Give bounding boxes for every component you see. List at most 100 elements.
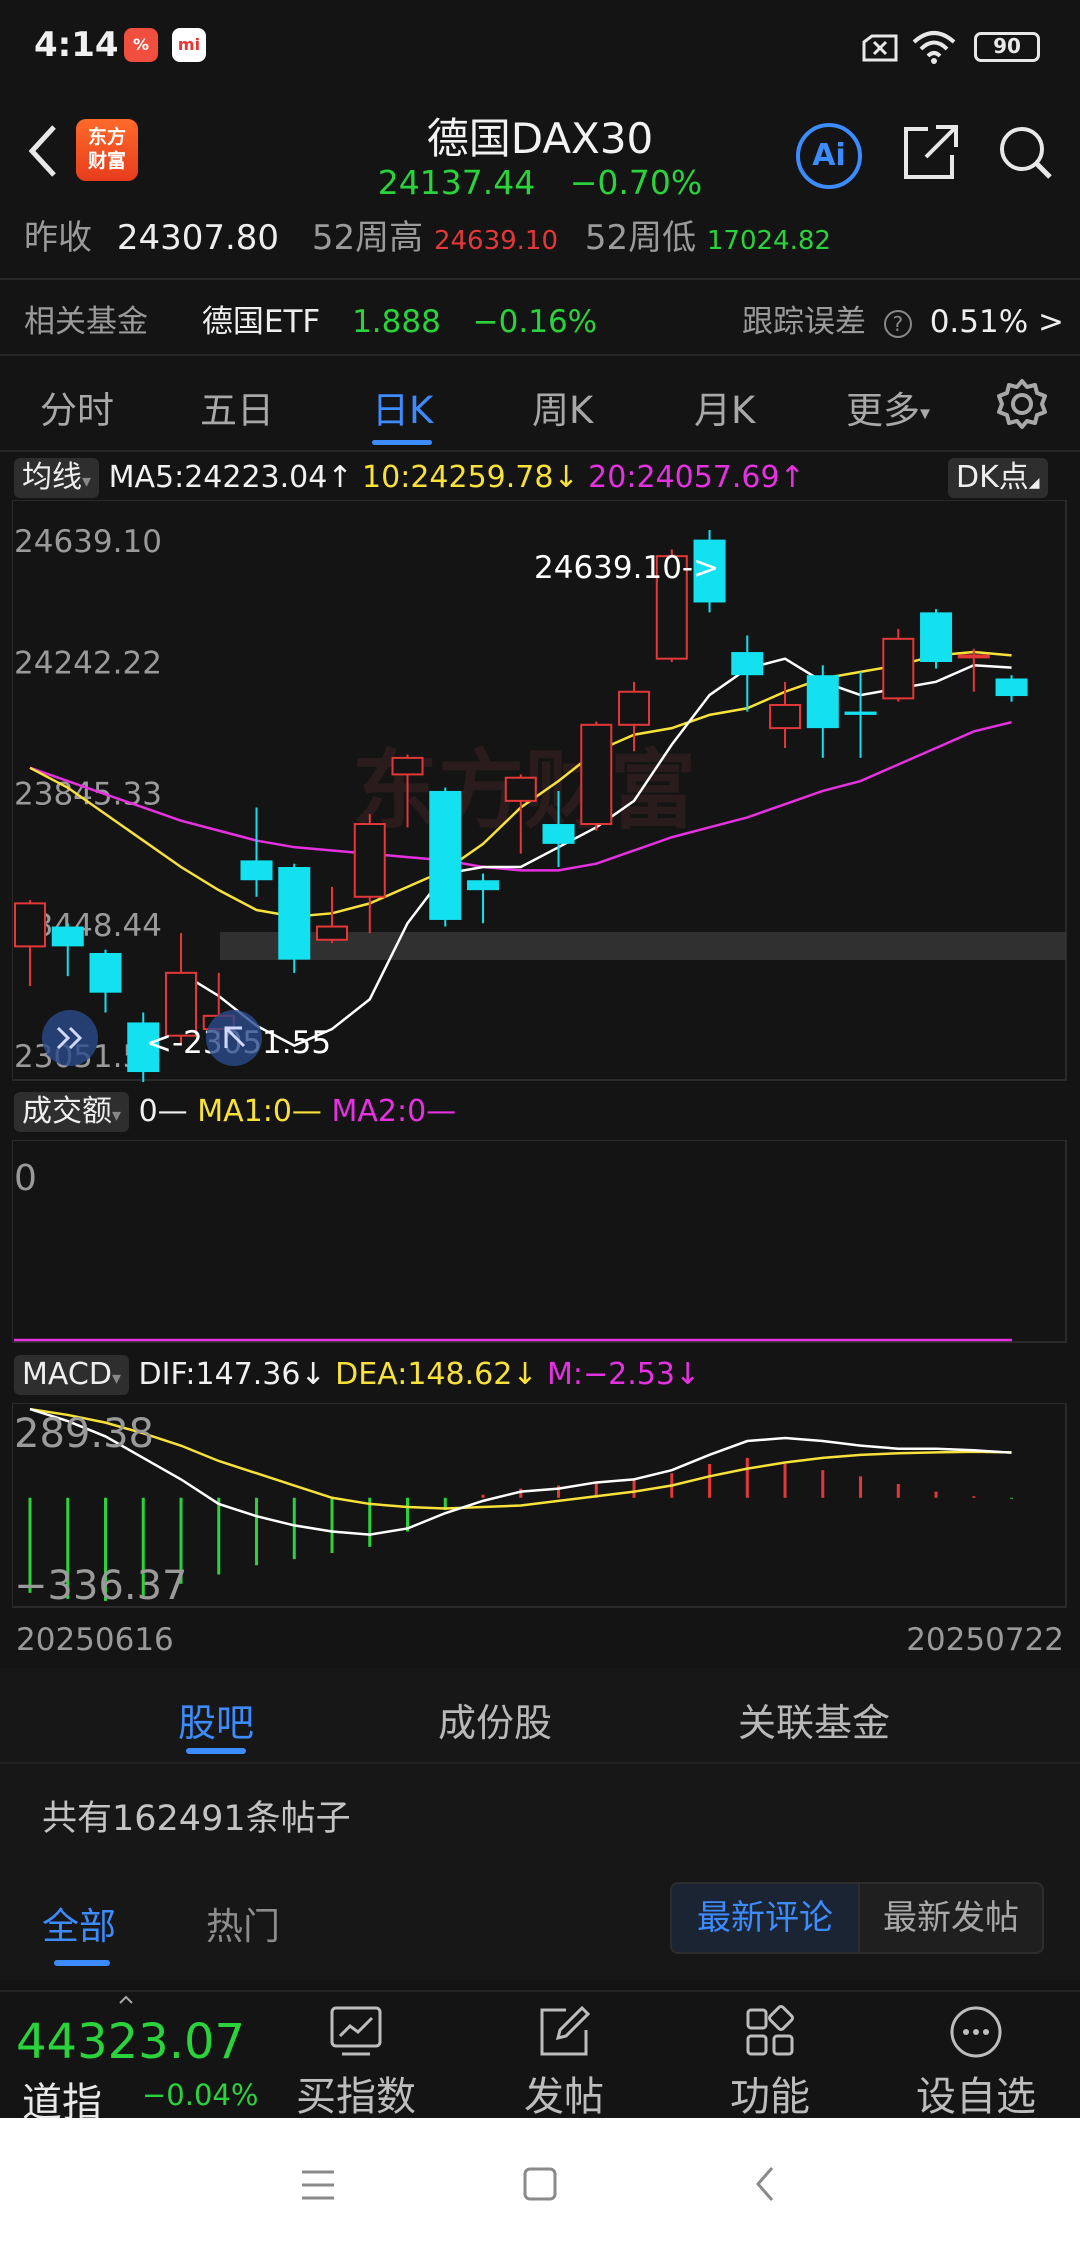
tab-daily-k[interactable]: 日K	[372, 380, 433, 434]
candle-body	[391, 756, 424, 776]
macd-selector[interactable]: MACD▾	[14, 1355, 129, 1395]
active-tab-indicator	[372, 440, 432, 445]
grid-apps-icon	[746, 2005, 794, 2056]
sim-x-icon	[862, 34, 898, 62]
tab-guba[interactable]: 股吧	[178, 1692, 254, 1747]
tracking-error[interactable]: 跟踪误差 ? 0.51% >	[742, 296, 1064, 341]
y-axis-label: 24639.10	[14, 524, 162, 560]
collapse-arrow-icon[interactable]	[118, 1994, 134, 2004]
fund-name: 德国ETF	[201, 304, 321, 340]
candle-body	[353, 823, 386, 898]
tab-intraday[interactable]: 分时	[40, 380, 114, 434]
low52-label: 52周低	[584, 218, 697, 258]
sort-latest-post[interactable]: 最新发帖	[860, 1884, 1042, 1952]
dropdown-caret-icon: ▾	[111, 1368, 121, 1389]
macd-m: M:−2.53	[547, 1357, 675, 1392]
share-icon[interactable]	[900, 121, 960, 183]
eastmoney-logo: 东方 财富	[76, 119, 138, 181]
home-square-icon[interactable]	[522, 2166, 558, 2202]
bottom-toolbar: 44323.07 道指 −0.04% 买指数 发帖 功能 设自选	[0, 1990, 1080, 2126]
dk-point-button[interactable]: DK点◢	[948, 458, 1048, 498]
candle-body	[731, 652, 764, 676]
ai-assistant-icon[interactable]: Ai	[796, 123, 862, 189]
candle-body	[920, 612, 953, 662]
post-count: 共有162491条帖子	[42, 1799, 351, 1839]
scroll-left-button	[42, 1010, 98, 1066]
macd-chart[interactable]: 289.38 −336.37	[12, 1403, 1068, 1611]
post-button[interactable]: 发帖	[484, 2004, 644, 2122]
battery-icon: 90	[974, 32, 1040, 62]
divider	[0, 278, 1080, 280]
dropdown-caret-icon: ▾	[920, 400, 931, 425]
volume-selector-label: 成交额	[22, 1094, 112, 1129]
add-watchlist-button[interactable]: 设自选	[896, 2004, 1056, 2122]
candle-body	[429, 790, 462, 920]
active-tab-indicator	[186, 1748, 246, 1754]
functions-label: 功能	[730, 2074, 810, 2120]
buy-index-label: 买指数	[296, 2074, 416, 2120]
wifi-icon	[912, 31, 956, 64]
low52-value: 17024.82	[706, 226, 831, 256]
candle-body	[957, 654, 990, 659]
mi-app-icon: mi	[172, 28, 206, 62]
status-time: 4:14	[34, 25, 119, 65]
tab-hot[interactable]: 热门	[206, 1896, 280, 1950]
corner-triangle-icon: ◢	[1028, 475, 1040, 491]
chart-frame	[12, 1140, 1067, 1343]
tab-constituents[interactable]: 成份股	[438, 1692, 552, 1747]
menu-icon[interactable]	[298, 2168, 338, 2202]
tab-monthly-k[interactable]: 月K	[694, 380, 755, 434]
divider	[0, 450, 1080, 452]
ma10-value: 10:24259.78	[362, 460, 554, 495]
ma5-line	[180, 657, 1012, 1047]
candle-body	[995, 678, 1028, 697]
down-arrow-icon: ↓	[553, 460, 579, 495]
macd-selector-label: MACD	[22, 1357, 112, 1392]
search-icon[interactable]	[996, 121, 1056, 183]
tab-all[interactable]: 全部	[42, 1896, 116, 1950]
buy-index-button[interactable]: 买指数	[276, 2004, 436, 2122]
header: 东方 财富 德国DAX30 24137.44 −0.70% Ai	[0, 95, 1080, 205]
tracking-error-label: 跟踪误差	[741, 304, 866, 340]
tab-related-funds[interactable]: 关联基金	[738, 1692, 890, 1747]
candle-body	[504, 776, 537, 802]
candle-body	[844, 711, 877, 715]
dk-point-label: DK点	[956, 460, 1029, 495]
more-dots-icon	[950, 2006, 1002, 2058]
dow-change: −0.04%	[142, 2078, 259, 2112]
chart-board-icon	[330, 2006, 382, 2056]
macd-dea: DEA:148.62	[335, 1357, 513, 1392]
candle-body	[240, 860, 273, 881]
prev-close-label: 昨收	[24, 218, 92, 258]
ma-selector[interactable]: 均线▾	[14, 458, 100, 498]
gear-icon[interactable]	[996, 378, 1048, 430]
up-arrow-icon: ↑	[779, 460, 805, 495]
volume-chart[interactable]: 0	[12, 1140, 1068, 1346]
ma5-value: MA5:24223.04	[108, 460, 328, 495]
dow-price[interactable]: 44323.07	[16, 2014, 245, 2070]
macd-legend: MACD▾ DIF:147.36↓ DEA:148.62↓ M:−2.53↓	[14, 1355, 700, 1395]
system-nav-bar	[0, 2118, 1080, 2248]
change-percent: −0.70%	[569, 163, 703, 202]
tab-weekly-k[interactable]: 周K	[532, 380, 593, 434]
candle-body	[89, 952, 122, 993]
edit-icon	[540, 2005, 591, 2056]
tab-more[interactable]: 更多▾	[846, 380, 930, 434]
tab-five-day[interactable]: 五日	[200, 380, 274, 434]
sort-latest-comment[interactable]: 最新评论	[672, 1884, 860, 1952]
help-icon[interactable]: ?	[883, 309, 912, 338]
candle-body	[806, 675, 839, 729]
active-tab-indicator	[54, 1960, 110, 1966]
candle-body	[51, 926, 84, 947]
nav-back-icon[interactable]	[752, 2164, 778, 2204]
related-fund-label: 相关基金	[24, 304, 148, 340]
back-arrow-icon[interactable]	[26, 123, 60, 179]
current-price: 24137.44	[377, 163, 536, 202]
candle-body	[769, 703, 802, 730]
kline-chart[interactable]: 24639.1024242.2223845.3323448.4423051.55…	[12, 500, 1068, 1082]
down-arrow-icon: ↓	[512, 1357, 538, 1392]
related-fund-row[interactable]: 相关基金 德国ETF 1.888 −0.16% 跟踪误差 ? 0.51% >	[24, 296, 1064, 341]
down-arrow-icon: ↓	[300, 1357, 326, 1392]
functions-button[interactable]: 功能	[690, 2004, 850, 2122]
volume-selector[interactable]: 成交额▾	[14, 1092, 130, 1132]
